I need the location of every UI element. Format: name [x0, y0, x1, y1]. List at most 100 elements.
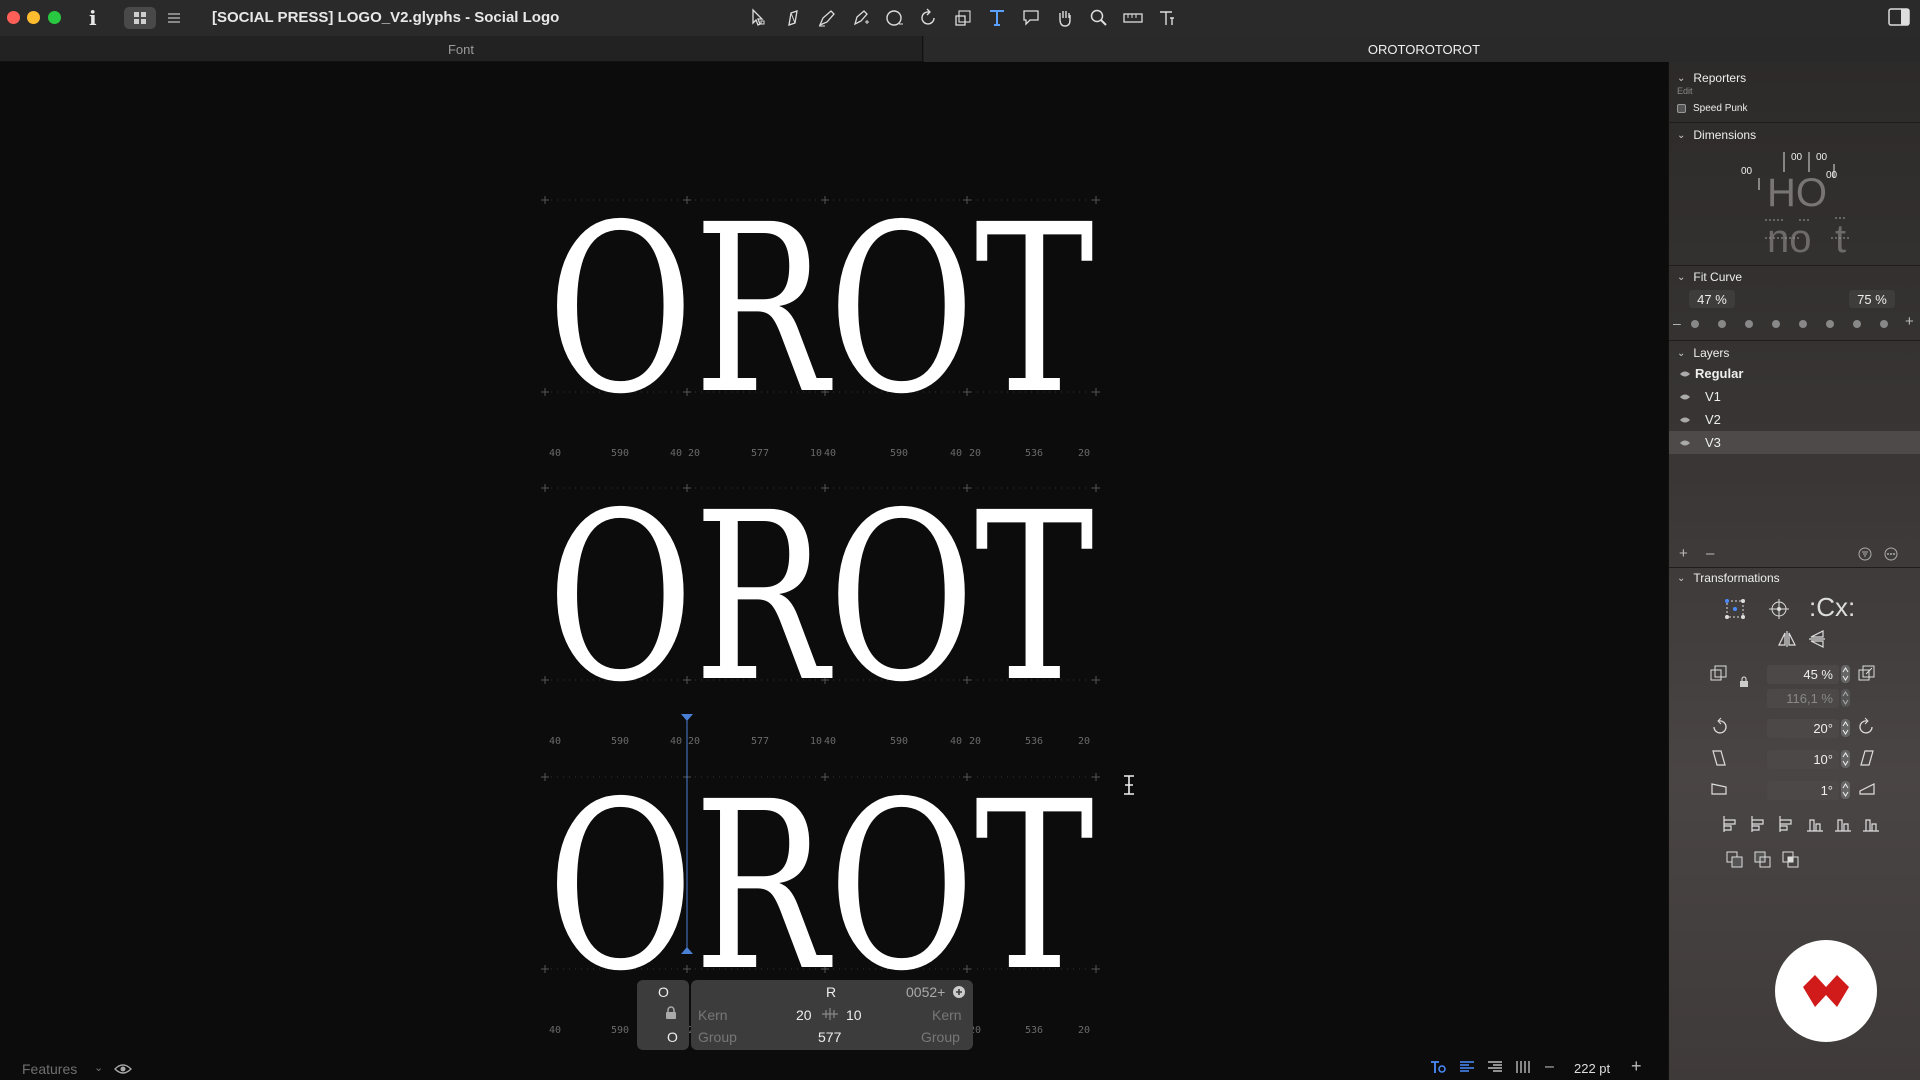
skew-field[interactable]: 1°: [1767, 781, 1839, 800]
rotate-stepper[interactable]: [1841, 719, 1850, 737]
list-view-button[interactable]: [158, 7, 190, 29]
zoom-in-button[interactable]: +: [1631, 1056, 1642, 1077]
draw-tool-button[interactable]: [778, 4, 808, 32]
scale-stepper[interactable]: [1841, 665, 1850, 683]
glyph-width-value[interactable]: 577: [818, 1029, 841, 1045]
fit-curve-preset-dot[interactable]: [1718, 320, 1726, 328]
add-layer-button[interactable]: +: [1679, 545, 1688, 562]
scale-field[interactable]: 45 %: [1767, 665, 1839, 684]
vertical-text-button[interactable]: [1512, 1058, 1534, 1076]
intersect-icon[interactable]: [1781, 850, 1801, 870]
fit-curve-min-field[interactable]: 47 %: [1689, 290, 1735, 308]
layer-filter-icon[interactable]: [1858, 547, 1872, 561]
eye-icon[interactable]: [114, 1062, 132, 1076]
more-options-icon[interactable]: [1884, 547, 1898, 561]
fit-curve-preset-dot[interactable]: [1826, 320, 1834, 328]
fit-curve-preset-dot[interactable]: [1853, 320, 1861, 328]
primitives-tool-button[interactable]: [880, 4, 910, 32]
pen-tool-button[interactable]: [812, 4, 842, 32]
slant-right-icon[interactable]: [1857, 748, 1877, 768]
scale-y-field[interactable]: 116,1 %: [1767, 689, 1839, 708]
fit-curve-preset-dot[interactable]: [1799, 320, 1807, 328]
tab-edit-text[interactable]: OROTOROTOROT: [924, 36, 1920, 62]
align-icon[interactable]: [1833, 814, 1853, 834]
layers-header[interactable]: ⌄ Layers: [1677, 346, 1729, 360]
sidebar-toggle-icon[interactable]: [1888, 7, 1910, 27]
kern-right-value[interactable]: 10: [846, 1007, 862, 1023]
layer-row-v3[interactable]: V3: [1669, 431, 1920, 454]
zoom-tool-button[interactable]: [1084, 4, 1114, 32]
text-tool-button[interactable]: [982, 4, 1012, 32]
hand-tool-button[interactable]: [1050, 4, 1080, 32]
text-line[interactable]: OROT4059040205771040590402053620: [541, 463, 1100, 747]
minimize-window-button[interactable]: [27, 11, 40, 24]
layer-row-v2[interactable]: V2: [1669, 408, 1920, 431]
edit-canvas[interactable]: OROT 40 590 40 20 577 10 40 590 40 20 536 20 OROT 40 59…: [0, 62, 1668, 1080]
target-origin-icon[interactable]: [1767, 597, 1791, 621]
fit-curve-preset-dot[interactable]: [1691, 320, 1699, 328]
tab-font[interactable]: Font: [0, 36, 923, 62]
union-icon[interactable]: [1725, 850, 1745, 870]
rotate-left-icon[interactable]: [1709, 717, 1729, 737]
skew-right-icon[interactable]: [1857, 779, 1877, 799]
remove-layer-button[interactable]: –: [1706, 545, 1714, 562]
skew-left-icon[interactable]: [1709, 779, 1729, 799]
lock-icon[interactable]: [665, 1006, 677, 1020]
text-options-button[interactable]: [1428, 1058, 1450, 1076]
skew-stepper[interactable]: [1841, 781, 1850, 799]
features-menu[interactable]: Features: [22, 1061, 77, 1077]
zoom-out-button[interactable]: –: [1545, 1058, 1554, 1076]
slant-stepper[interactable]: [1841, 750, 1850, 768]
rotate-field[interactable]: 20°: [1767, 719, 1839, 738]
eye-icon[interactable]: [1679, 392, 1691, 402]
add-unicode-icon[interactable]: [952, 985, 966, 999]
scale-icon[interactable]: [1709, 663, 1729, 683]
subtract-icon[interactable]: [1753, 850, 1773, 870]
fit-curve-preset-dot[interactable]: [1745, 320, 1753, 328]
chevron-down-icon[interactable]: ⌄: [94, 1061, 103, 1074]
measurement-tool-button[interactable]: [1118, 4, 1148, 32]
eye-icon[interactable]: [1679, 438, 1691, 448]
info-button[interactable]: i: [89, 6, 97, 30]
select-tool-button[interactable]: [744, 4, 774, 32]
eye-icon[interactable]: [1679, 369, 1691, 379]
align-icon[interactable]: [1861, 814, 1881, 834]
fit-curve-header[interactable]: ⌄ Fit Curve: [1677, 270, 1742, 284]
align-icon[interactable]: [1721, 814, 1741, 834]
scale-up-icon[interactable]: [1857, 663, 1877, 683]
pencil-tool-button[interactable]: [846, 4, 876, 32]
font-info-tool-button[interactable]: [1152, 4, 1182, 32]
reporters-edit[interactable]: Edit: [1677, 86, 1693, 96]
scale-y-stepper[interactable]: [1841, 689, 1850, 707]
fit-curve-max-field[interactable]: 75 %: [1849, 290, 1895, 308]
lock-icon[interactable]: [1739, 676, 1749, 688]
kerning-link-icon[interactable]: [820, 1006, 840, 1022]
fit-curve-preset-dot[interactable]: [1880, 320, 1888, 328]
close-window-button[interactable]: [7, 11, 20, 24]
align-icon[interactable]: [1805, 814, 1825, 834]
align-left-button[interactable]: [1456, 1058, 1478, 1076]
text-line[interactable]: OROT4059040205771040590402053620: [541, 175, 1100, 459]
grid-view-button[interactable]: [124, 7, 156, 29]
eye-icon[interactable]: [1679, 415, 1691, 425]
align-icon[interactable]: [1749, 814, 1769, 834]
glyph-run[interactable]: OROT: [547, 175, 1094, 445]
zoom-level[interactable]: 222 pt: [1574, 1061, 1610, 1076]
glyph-run[interactable]: OROT: [547, 463, 1094, 733]
fit-curve-plus-button[interactable]: +: [1905, 313, 1914, 330]
annotation-tool-button[interactable]: [1016, 4, 1046, 32]
scale-tool-button[interactable]: [948, 4, 978, 32]
dimensions-header[interactable]: ⌄ Dimensions: [1677, 128, 1756, 142]
transformations-header[interactable]: ⌄ Transformations: [1677, 571, 1780, 585]
fit-curve-preset-dot[interactable]: [1772, 320, 1780, 328]
reporters-header[interactable]: ⌄ Reporters: [1677, 71, 1746, 85]
mirror-vertical-icon[interactable]: [1807, 629, 1827, 649]
zoom-window-button[interactable]: [48, 11, 61, 24]
left-group-glyph[interactable]: O: [667, 1029, 678, 1045]
layer-row-regular[interactable]: Regular: [1669, 362, 1920, 385]
bounding-box-origin-icon[interactable]: [1723, 597, 1747, 621]
mirror-horizontal-icon[interactable]: [1777, 629, 1797, 649]
align-right-button[interactable]: [1484, 1058, 1506, 1076]
speed-punk-checkbox[interactable]: [1677, 104, 1686, 113]
slant-left-icon[interactable]: [1709, 748, 1729, 768]
